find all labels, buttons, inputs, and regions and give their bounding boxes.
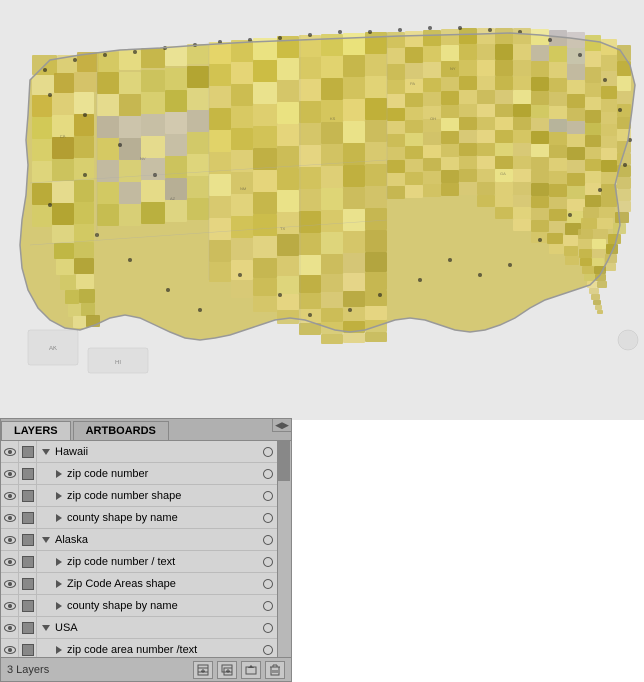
color-swatch-zip-area-number-text1[interactable] bbox=[19, 639, 37, 658]
map-area: AK HI CA NV AZ NM TX KS OH GA PA NY bbox=[0, 0, 644, 420]
target-alaska[interactable] bbox=[259, 529, 277, 551]
panel-footer: 3 Layers bbox=[1, 657, 291, 681]
delete-layer-icon bbox=[269, 664, 281, 676]
expand-arrow-alaska[interactable] bbox=[37, 537, 53, 543]
layer-name-zip-code-number: zip code number bbox=[65, 468, 259, 480]
color-swatch-county-shape-hawaii[interactable] bbox=[19, 507, 37, 529]
color-swatch-alaska[interactable] bbox=[19, 529, 37, 551]
svg-text:NY: NY bbox=[450, 66, 456, 71]
eye-toggle-zip-area-number-text1[interactable] bbox=[1, 639, 19, 658]
tab-layers[interactable]: LAYERS bbox=[1, 421, 71, 440]
expand-arrow-zip-code-number-text[interactable] bbox=[37, 558, 65, 566]
target-zip-code-number-text[interactable] bbox=[259, 551, 277, 573]
layer-row-zip-code-areas-shape-alaska[interactable]: Zip Code Areas shape bbox=[1, 573, 277, 595]
svg-text:KS: KS bbox=[330, 116, 336, 121]
layer-name-alaska: Alaska bbox=[53, 534, 259, 546]
svg-text:NV: NV bbox=[140, 156, 146, 161]
layer-row-zip-code-number-text[interactable]: zip code number / text bbox=[1, 551, 277, 573]
svg-text:AK: AK bbox=[49, 346, 57, 352]
eye-toggle-county-shape-alaska[interactable] bbox=[1, 595, 19, 617]
color-swatch-zip-code-areas-shape-alaska[interactable] bbox=[19, 573, 37, 595]
layer-name-hawaii: Hawaii bbox=[53, 446, 259, 458]
layer-name-zip-code-number-shape: zip code number shape bbox=[65, 490, 259, 502]
target-county-shape-hawaii[interactable] bbox=[259, 507, 277, 529]
layer-row-usa[interactable]: USA bbox=[1, 617, 277, 639]
target-zip-code-areas-shape-alaska[interactable] bbox=[259, 573, 277, 595]
target-zip-code-number[interactable] bbox=[259, 463, 277, 485]
panel-tabs: LAYERS ARTBOARDS bbox=[1, 419, 291, 441]
expand-arrow-usa[interactable] bbox=[37, 625, 53, 631]
color-swatch-zip-code-number[interactable] bbox=[19, 463, 37, 485]
layer-row-county-shape-alaska[interactable]: county shape by name bbox=[1, 595, 277, 617]
expand-arrow-county-shape-hawaii[interactable] bbox=[37, 514, 65, 522]
tab-artboards[interactable]: ARTBOARDS bbox=[73, 421, 169, 440]
svg-text:PA: PA bbox=[410, 81, 415, 86]
color-swatch-county-shape-alaska[interactable] bbox=[19, 595, 37, 617]
expand-arrow-zip-code-number-shape[interactable] bbox=[37, 492, 65, 500]
target-zip-code-number-shape[interactable] bbox=[259, 485, 277, 507]
scrollbar-thumb[interactable] bbox=[278, 441, 290, 481]
eye-toggle-zip-code-areas-shape-alaska[interactable] bbox=[1, 573, 19, 595]
panel-resize-handle[interactable]: ◀▶ bbox=[272, 418, 292, 432]
eye-toggle-usa[interactable] bbox=[1, 617, 19, 639]
layer-name-zip-area-number-text1: zip code area number /text bbox=[65, 644, 259, 656]
eye-toggle-county-shape-hawaii[interactable] bbox=[1, 507, 19, 529]
move-selection-button[interactable] bbox=[241, 661, 261, 679]
target-county-shape-alaska[interactable] bbox=[259, 595, 277, 617]
svg-text:AZ: AZ bbox=[170, 196, 176, 201]
new-layer-button[interactable] bbox=[193, 661, 213, 679]
layer-name-usa: USA bbox=[53, 622, 259, 634]
target-zip-area-number-text1[interactable] bbox=[259, 639, 277, 658]
color-swatch-zip-code-number-shape[interactable] bbox=[19, 485, 37, 507]
move-selection-icon bbox=[245, 664, 257, 676]
layer-row-zip-code-number[interactable]: zip code number bbox=[1, 463, 277, 485]
layers-count: 3 Layers bbox=[7, 664, 49, 676]
layer-row-zip-area-number-text1[interactable]: zip code area number /text bbox=[1, 639, 277, 657]
new-sublayer-button[interactable] bbox=[217, 661, 237, 679]
layer-name-county-shape-alaska: county shape by name bbox=[65, 600, 259, 612]
layer-row-hawaii[interactable]: Hawaii bbox=[1, 441, 277, 463]
svg-text:CA: CA bbox=[60, 134, 66, 139]
expand-arrow-county-shape-alaska[interactable] bbox=[37, 602, 65, 610]
layers-scrollbar[interactable] bbox=[277, 441, 291, 657]
target-usa[interactable] bbox=[259, 617, 277, 639]
expand-arrow-zip-area-number-text1[interactable] bbox=[37, 646, 65, 654]
layer-name-zip-code-number-text: zip code number / text bbox=[65, 556, 259, 568]
eye-toggle-zip-code-number[interactable] bbox=[1, 463, 19, 485]
svg-text:NM: NM bbox=[240, 186, 246, 191]
layer-row-zip-code-number-shape[interactable]: zip code number shape bbox=[1, 485, 277, 507]
layer-row-alaska[interactable]: Alaska bbox=[1, 529, 277, 551]
new-sublayer-icon bbox=[221, 664, 233, 676]
expand-arrow-zip-code-areas-shape-alaska[interactable] bbox=[37, 580, 65, 588]
svg-text:OH: OH bbox=[430, 116, 436, 121]
target-hawaii[interactable] bbox=[259, 441, 277, 463]
delete-layer-button[interactable] bbox=[265, 661, 285, 679]
svg-text:HI: HI bbox=[115, 360, 121, 366]
expand-arrow-hawaii[interactable] bbox=[37, 449, 53, 455]
layer-row-county-shape-hawaii[interactable]: county shape by name bbox=[1, 507, 277, 529]
eye-toggle-zip-code-number-text[interactable] bbox=[1, 551, 19, 573]
color-swatch-zip-code-number-text[interactable] bbox=[19, 551, 37, 573]
expand-arrow-zip-code-number[interactable] bbox=[37, 470, 65, 478]
layer-name-zip-code-areas-shape-alaska: Zip Code Areas shape bbox=[65, 578, 259, 590]
layers-list: Hawaii zip code number bbox=[1, 441, 277, 657]
color-swatch-usa[interactable] bbox=[19, 617, 37, 639]
svg-text:GA: GA bbox=[500, 171, 506, 176]
layers-panel: LAYERS ARTBOARDS Hawaii bbox=[0, 418, 292, 682]
layer-name-county-shape-hawaii: county shape by name bbox=[65, 512, 259, 524]
footer-buttons bbox=[193, 661, 285, 679]
eye-toggle-zip-code-number-shape[interactable] bbox=[1, 485, 19, 507]
new-layer-icon bbox=[197, 664, 209, 676]
svg-text:TX: TX bbox=[280, 226, 285, 231]
eye-toggle-hawaii[interactable] bbox=[1, 441, 19, 463]
color-swatch-hawaii[interactable] bbox=[19, 441, 37, 463]
eye-toggle-alaska[interactable] bbox=[1, 529, 19, 551]
